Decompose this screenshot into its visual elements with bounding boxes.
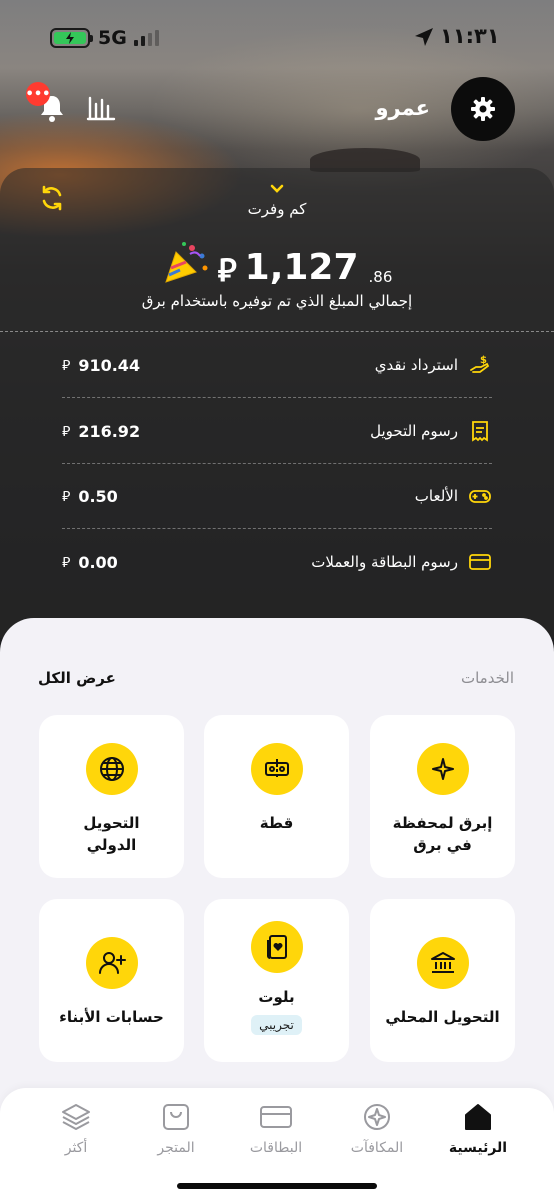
add-user-icon (85, 937, 138, 989)
cashback-icon: $ (470, 355, 490, 373)
playing-card-icon (250, 921, 303, 973)
gear-icon (471, 97, 495, 121)
total-caption: إجمالي المبلغ الذي تم توفيره باستخدام بر… (141, 292, 413, 310)
bag-icon (163, 1104, 189, 1130)
service-label: حسابات الأبناء (59, 1008, 164, 1026)
tab-label: البطاقات (249, 1140, 303, 1156)
tab-home[interactable]: الرئيسية (428, 1102, 528, 1156)
battery-icon (50, 28, 93, 48)
party-popper-icon (164, 242, 208, 283)
currency-symbol: ⃁ (62, 555, 71, 571)
tab-rewards[interactable]: المكافآت (327, 1102, 427, 1156)
currency-symbol: ⃁ (217, 251, 237, 289)
card-icon (260, 1106, 292, 1128)
card-icon (469, 554, 491, 570)
charging-bolt-icon (66, 32, 74, 44)
status-time: ١١:٣١ (440, 24, 500, 48)
breakdown-label: استرداد نقدي (374, 356, 458, 374)
sparkle-icon (416, 743, 469, 795)
breakdown-amount: 216.92 (78, 421, 141, 441)
tab-cards[interactable]: البطاقات (226, 1102, 326, 1156)
service-tile-split[interactable]: قطة (204, 715, 349, 878)
service-label: التحويل المحلي (385, 1008, 500, 1026)
view-all-link[interactable]: عرض الكل (38, 669, 116, 687)
tab-label: الرئيسية (448, 1140, 508, 1156)
breakdown-label: رسوم البطاقة والعملات (311, 553, 458, 571)
settings-button[interactable] (451, 77, 515, 141)
breakdown-row-cashback: ⃁ 910.44 استرداد نقدي $ (62, 348, 492, 382)
service-tile-international-transfer[interactable]: التحويل الدولي (39, 715, 184, 878)
svg-text:$: $ (480, 355, 487, 366)
service-label: قطة (259, 814, 294, 832)
compass-icon (364, 1104, 390, 1130)
receipt-icon (472, 421, 488, 442)
breakdown-amount: 910.44 (78, 355, 141, 375)
chevron-down-icon[interactable] (267, 182, 287, 196)
savings-toggle-label[interactable]: كم وفرت (0, 200, 554, 218)
layers-icon (62, 1104, 90, 1130)
service-label: إبرق لمحفظة في برق (392, 814, 493, 854)
notification-badge: ••• (26, 82, 50, 106)
divider (62, 463, 492, 464)
beta-badge: تجريبي (251, 1014, 302, 1035)
location-arrow-icon (415, 28, 433, 46)
services-title: الخدمات (460, 669, 514, 687)
user-name: عمرو (375, 96, 430, 120)
tab-more[interactable]: أكثر (26, 1102, 126, 1156)
tab-label: أكثر (64, 1140, 88, 1156)
breakdown-amount: 0.50 (78, 486, 118, 506)
divider (62, 528, 492, 529)
status-bar: 5G ١١:٣١ (0, 0, 554, 80)
tab-label: المكافآت (350, 1140, 404, 1156)
divider (62, 397, 492, 398)
breakdown-label: رسوم التحويل (370, 422, 458, 440)
breakdown-amount: 0.00 (78, 552, 118, 572)
total-savings: ⃁ 1,127 .86 (0, 240, 554, 286)
tab-store[interactable]: المتجر (126, 1102, 226, 1156)
stats-chart-icon[interactable] (86, 94, 116, 122)
network-label: 5G (98, 27, 127, 49)
breakdown-label: الألعاب (414, 487, 458, 505)
divider (0, 331, 554, 332)
service-label: التحويل الدولي (83, 814, 140, 854)
service-tile-local-transfer[interactable]: التحويل المحلي (370, 899, 515, 1062)
total-amount-decimal: .86 (368, 268, 393, 286)
home-icon (465, 1104, 491, 1130)
breakdown-row-games: ⃁ 0.50 الألعاب (62, 479, 492, 513)
tab-label: المتجر (157, 1140, 195, 1156)
globe-icon (85, 743, 138, 795)
currency-symbol: ⃁ (62, 424, 71, 440)
signal-icon (134, 30, 159, 46)
bank-icon (416, 937, 469, 989)
home-indicator (177, 1183, 377, 1189)
breakdown-row-transfer-fees: ⃁ 216.92 رسوم التحويل (62, 414, 492, 448)
total-amount-integer: 1,127 (244, 247, 359, 288)
breakdown-row-card-fees: ⃁ 0.00 رسوم البطاقة والعملات (62, 545, 492, 579)
service-label: بلوت (258, 988, 295, 1006)
currency-symbol: ⃁ (62, 489, 71, 505)
service-tile-wallet-transfer[interactable]: إبرق لمحفظة في برق (370, 715, 515, 878)
currency-symbol: ⃁ (62, 358, 71, 374)
service-tile-baloot[interactable]: بلوت تجريبي (204, 899, 349, 1062)
split-icon (250, 743, 303, 795)
gamepad-icon (469, 490, 491, 503)
service-tile-kids-accounts[interactable]: حسابات الأبناء (39, 899, 184, 1062)
